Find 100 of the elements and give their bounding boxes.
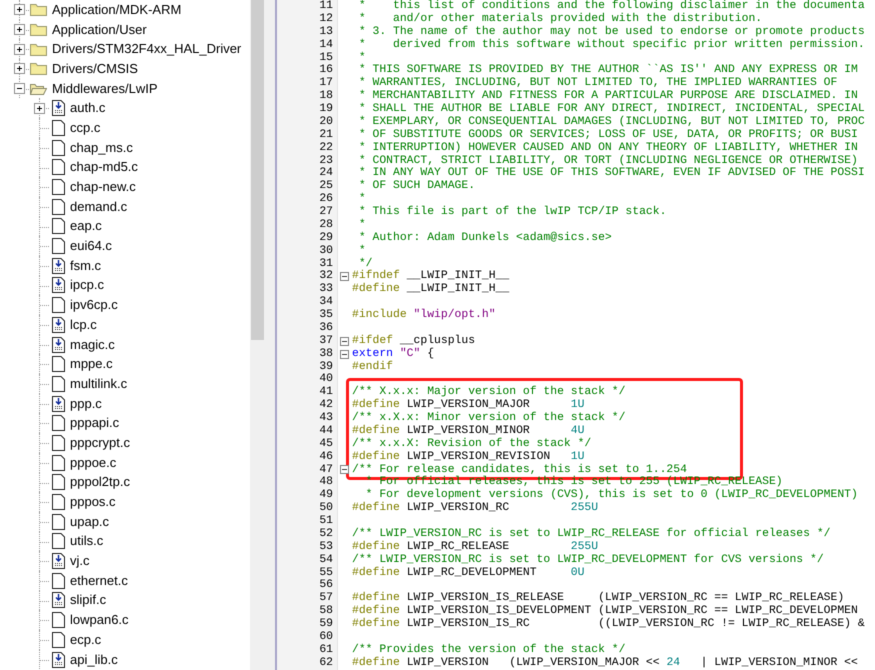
file-item[interactable]: pppoe.c bbox=[70, 454, 116, 471]
file-item[interactable]: demand.c bbox=[70, 198, 128, 215]
line-number: 14 bbox=[277, 38, 337, 52]
code-line: * WARRANTIES, INCLUDING, BUT NOT LIMITED TO, THE IMPLIED WARRANTIES OF bbox=[358, 77, 838, 90]
file-arrow-icon bbox=[52, 553, 65, 570]
code-line: /** LWIP_VERSION_RC is set to LWIP_RC_RELEASE for official releases */ bbox=[351, 528, 830, 540]
code-line: * 3. The name of the author may not be used to endorse or promote products bbox=[358, 26, 865, 38]
file-item[interactable]: api_lib.c bbox=[70, 652, 118, 668]
line-number: 48 bbox=[277, 476, 337, 490]
file-icon bbox=[52, 356, 65, 372]
folder-item[interactable]: Application/MDK-ARM bbox=[52, 2, 182, 18]
file-item[interactable]: eui64.c bbox=[70, 238, 112, 254]
file-item[interactable]: pppol2tp.c bbox=[70, 474, 130, 490]
line-number: 46 bbox=[277, 450, 337, 464]
line-number: 28 bbox=[277, 218, 337, 232]
line-number: 40 bbox=[277, 373, 337, 386]
code-line: * CONTRACT, STRICT LIABILITY, OR TORT (INCLUDING NEGLIGENCE OR OTHERWISE) bbox=[358, 154, 858, 166]
folder-item[interactable]: Middlewares/LwIP bbox=[52, 80, 158, 97]
code-line: #define LWIP_RC_DEVELOPMENT 0U bbox=[351, 566, 584, 580]
file-item[interactable]: lcp.c bbox=[70, 316, 97, 333]
line-number: 35 bbox=[277, 309, 337, 322]
scrollbar[interactable] bbox=[250, 0, 265, 670]
folder-item[interactable]: Application/User bbox=[52, 22, 147, 38]
file-icon bbox=[52, 297, 65, 314]
file-item[interactable]: auth.c bbox=[70, 100, 106, 116]
file-item[interactable]: magic.c bbox=[70, 336, 115, 353]
file-item[interactable]: chap-new.c bbox=[70, 179, 136, 196]
code-line: #define LWIP_VERSION_IS_RC ((LWIP_VERSION_RC != LWIP_RC_RELEASE) & bbox=[351, 618, 865, 631]
file-item[interactable]: pppcrypt.c bbox=[70, 434, 130, 451]
file-item[interactable]: ethernet.c bbox=[70, 572, 128, 589]
line-number: 15 bbox=[277, 52, 337, 64]
file-item[interactable]: ipv6cp.c bbox=[70, 297, 118, 314]
code-line: #define LWIP_VERSION (LWIP_VERSION_MAJOR << 24 | LWIP_VERSION_MINOR << bbox=[351, 656, 858, 670]
line-number: 41 bbox=[277, 386, 337, 400]
code-line: #define LWIP_VERSION_MAJOR 1U bbox=[351, 399, 584, 412]
expand-icon[interactable] bbox=[34, 102, 45, 114]
collapse-icon[interactable] bbox=[14, 83, 25, 94]
line-number: 50 bbox=[277, 502, 337, 515]
line-number: 38 bbox=[277, 348, 337, 360]
file-item[interactable]: ecp.c bbox=[70, 632, 102, 648]
collapse-icon[interactable] bbox=[340, 272, 349, 282]
collapse-icon[interactable] bbox=[340, 350, 349, 359]
file-arrow-icon bbox=[52, 592, 65, 608]
line-number: 61 bbox=[277, 644, 337, 657]
line-number: 31 bbox=[277, 258, 337, 270]
file-item[interactable]: chap-md5.c bbox=[70, 159, 138, 176]
line-number: 17 bbox=[277, 77, 337, 90]
folder-item[interactable]: Drivers/CMSIS bbox=[52, 60, 138, 77]
code-line: * bbox=[358, 52, 366, 64]
file-arrow-icon bbox=[52, 277, 65, 294]
scrollbar-thumb[interactable] bbox=[251, 0, 264, 340]
line-number: 37 bbox=[277, 334, 337, 348]
line-number: 54 bbox=[277, 554, 337, 566]
collapse-icon[interactable] bbox=[340, 465, 349, 474]
line-number: 27 bbox=[277, 206, 337, 219]
file-icon bbox=[52, 238, 65, 254]
line-number: 25 bbox=[277, 180, 337, 194]
file-arrow-icon bbox=[52, 316, 65, 333]
file-icon bbox=[52, 434, 65, 451]
line-number: 23 bbox=[277, 154, 337, 168]
code-line: * this list of conditions and the following disclaimer in the documenta bbox=[358, 0, 865, 12]
line-number: 55 bbox=[277, 566, 337, 580]
expand-icon[interactable] bbox=[14, 63, 25, 74]
line-number: 42 bbox=[277, 399, 337, 412]
collapse-icon[interactable] bbox=[340, 336, 349, 346]
file-item[interactable]: fsm.c bbox=[70, 258, 102, 274]
file-item[interactable]: ccp.c bbox=[70, 120, 100, 136]
file-item[interactable]: mppe.c bbox=[70, 356, 113, 372]
code-line: #ifdef __cplusplus bbox=[351, 334, 476, 348]
file-item[interactable]: chap_ms.c bbox=[70, 140, 133, 156]
line-number: 58 bbox=[277, 605, 337, 618]
folder-item[interactable]: Drivers/STM32F4xx_HAL_Driver bbox=[52, 41, 242, 58]
file-item[interactable]: utils.c bbox=[70, 533, 104, 550]
code-line: * bbox=[358, 193, 366, 206]
folder-icon bbox=[30, 42, 47, 56]
code-line: * IN ANY WAY OUT OF THE USE OF THIS SOFTWARE, EVEN IF ADVISED OF THE POSSI bbox=[358, 167, 865, 180]
file-item[interactable]: pppapi.c bbox=[70, 415, 120, 432]
code-line: * and/or other materials provided with the distribution. bbox=[358, 12, 762, 26]
line-number: 34 bbox=[277, 296, 337, 309]
line-number: 32 bbox=[277, 270, 337, 284]
open-folder-icon bbox=[30, 82, 47, 96]
file-item[interactable]: upap.c bbox=[70, 514, 110, 530]
line-number: 59 bbox=[277, 618, 337, 631]
file-item[interactable]: eap.c bbox=[70, 218, 102, 234]
file-item[interactable]: slipif.c bbox=[70, 592, 106, 608]
file-item[interactable]: lowpan6.c bbox=[70, 612, 129, 628]
line-number: 11 bbox=[277, 0, 337, 13]
code-line: #define LWIP_VERSION_RC 255U bbox=[351, 502, 598, 515]
file-item[interactable]: ppp.c bbox=[70, 396, 102, 412]
code-line: * For development versions (CVS), this is set to 0 (LWIP_RC_DEVELOPMENT) bbox=[364, 489, 858, 502]
code-line: * bbox=[358, 244, 366, 258]
expand-icon[interactable] bbox=[14, 4, 25, 16]
file-item[interactable]: pppos.c bbox=[70, 494, 116, 510]
expand-icon[interactable] bbox=[14, 44, 25, 55]
file-item[interactable]: ipcp.c bbox=[70, 277, 104, 294]
line-number: 57 bbox=[277, 592, 337, 606]
file-item[interactable]: vj.c bbox=[70, 553, 90, 570]
file-item[interactable]: multilink.c bbox=[70, 376, 128, 392]
expand-icon[interactable] bbox=[14, 24, 25, 36]
line-number: 47 bbox=[277, 464, 337, 476]
